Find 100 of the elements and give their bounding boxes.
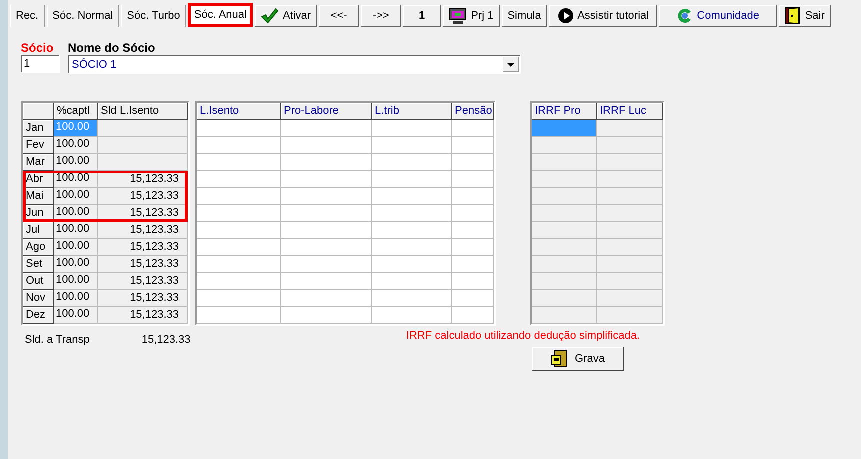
table-cell[interactable] <box>98 137 188 154</box>
table-cell[interactable] <box>452 290 494 307</box>
table-cell[interactable] <box>281 239 372 256</box>
table-cell[interactable] <box>452 188 494 205</box>
table-cell[interactable] <box>597 273 663 290</box>
table-cell[interactable] <box>197 171 281 188</box>
table-cell[interactable] <box>281 273 372 290</box>
save-button[interactable]: Grava <box>532 347 624 371</box>
table-cell[interactable] <box>281 171 372 188</box>
table-cell[interactable] <box>452 307 494 324</box>
table-cell[interactable] <box>532 120 597 137</box>
table-cell[interactable] <box>597 188 663 205</box>
table-cell[interactable] <box>532 239 597 256</box>
table-cell[interactable] <box>532 137 597 154</box>
table-cell[interactable] <box>281 188 372 205</box>
table-cell[interactable]: 15,123.33 <box>98 290 188 307</box>
table-cell[interactable]: 100.00 <box>54 307 98 324</box>
table-cell[interactable] <box>532 205 597 222</box>
table-cell[interactable] <box>372 290 452 307</box>
table-cell[interactable]: 15,123.33 <box>98 171 188 188</box>
table-cell[interactable] <box>452 256 494 273</box>
table-cell[interactable]: 15,123.33 <box>98 273 188 290</box>
table-cell[interactable] <box>372 307 452 324</box>
table-cell[interactable] <box>532 290 597 307</box>
table-cell[interactable] <box>197 290 281 307</box>
toolbar-button[interactable]: Sair <box>779 5 831 27</box>
toolbar-button[interactable]: ->> <box>361 5 402 27</box>
table-cell[interactable] <box>197 239 281 256</box>
table-cell[interactable] <box>532 273 597 290</box>
table-cell[interactable] <box>372 205 452 222</box>
table-cell[interactable]: 15,123.33 <box>98 307 188 324</box>
dropdown[interactable]: SÓCIO 1 <box>68 55 521 74</box>
table-cell[interactable] <box>532 154 597 171</box>
table-cell[interactable] <box>98 120 188 137</box>
table-cell[interactable]: 100.00 <box>54 154 98 171</box>
table-cell[interactable]: 15,123.33 <box>98 256 188 273</box>
table-cell[interactable]: 100.00 <box>54 256 98 273</box>
table-cell[interactable] <box>597 205 663 222</box>
table-cell[interactable] <box>452 205 494 222</box>
tab[interactable]: Sóc. Turbo <box>121 5 186 27</box>
table-cell[interactable] <box>197 137 281 154</box>
table-cell[interactable] <box>452 222 494 239</box>
table-cell[interactable] <box>452 273 494 290</box>
table-cell[interactable] <box>452 171 494 188</box>
table-cell[interactable] <box>452 239 494 256</box>
table-cell[interactable] <box>281 256 372 273</box>
table-cell[interactable] <box>372 256 452 273</box>
table-cell[interactable] <box>197 188 281 205</box>
table-cell[interactable] <box>197 307 281 324</box>
table-cell[interactable] <box>197 205 281 222</box>
table-cell[interactable] <box>372 120 452 137</box>
tab[interactable]: Rec. <box>10 5 45 27</box>
table-cell[interactable]: 100.00 <box>54 273 98 290</box>
table-cell[interactable] <box>452 137 494 154</box>
table-cell[interactable] <box>597 239 663 256</box>
table-cell[interactable]: 15,123.33 <box>98 222 188 239</box>
tab[interactable]: Sóc. Normal <box>46 5 120 27</box>
table-cell[interactable] <box>597 290 663 307</box>
table-cell[interactable] <box>372 273 452 290</box>
toolbar-button[interactable]: Ativar <box>254 5 318 27</box>
table-cell[interactable] <box>532 188 597 205</box>
table-cell[interactable]: 100.00 <box>54 205 98 222</box>
table-cell[interactable]: 100.00 <box>54 239 98 256</box>
tab[interactable]: Sóc. Anual <box>188 3 253 27</box>
table-cell[interactable] <box>372 171 452 188</box>
table-cell[interactable] <box>372 222 452 239</box>
table-cell[interactable] <box>597 307 663 324</box>
table-cell[interactable] <box>532 171 597 188</box>
table-cell[interactable] <box>281 120 372 137</box>
toolbar-button[interactable]: <<- <box>319 5 360 27</box>
table-cell[interactable]: 100.00 <box>54 290 98 307</box>
table-cell[interactable] <box>372 154 452 171</box>
table-cell[interactable] <box>597 154 663 171</box>
table-cell[interactable] <box>197 222 281 239</box>
table-cell[interactable] <box>597 120 663 137</box>
table-cell[interactable] <box>281 154 372 171</box>
table-cell[interactable] <box>532 307 597 324</box>
table-cell[interactable] <box>532 256 597 273</box>
table-cell[interactable] <box>281 205 372 222</box>
table-cell[interactable] <box>597 137 663 154</box>
table-cell[interactable] <box>372 137 452 154</box>
table-cell[interactable] <box>597 171 663 188</box>
table-cell[interactable] <box>372 239 452 256</box>
table-cell[interactable] <box>197 154 281 171</box>
table-cell[interactable] <box>281 222 372 239</box>
table-cell[interactable] <box>372 188 452 205</box>
toolbar-button[interactable]: Comunidade <box>659 5 778 27</box>
table-cell[interactable] <box>281 137 372 154</box>
toolbar-button[interactable]: 1 <box>403 5 442 27</box>
table-cell[interactable]: 15,123.33 <box>98 239 188 256</box>
toolbar-button[interactable]: Prj 1 <box>443 5 500 27</box>
table-cell[interactable] <box>197 273 281 290</box>
table-cell[interactable] <box>452 120 494 137</box>
input-field[interactable]: 1 <box>21 55 60 73</box>
toolbar-button[interactable]: Simula <box>502 5 548 27</box>
table-cell[interactable] <box>452 154 494 171</box>
table-cell[interactable]: 100.00 <box>54 188 98 205</box>
table-cell[interactable]: 100.00 <box>54 137 98 154</box>
table-cell[interactable] <box>98 154 188 171</box>
toolbar-button[interactable]: Assistir tutorial <box>549 5 658 27</box>
